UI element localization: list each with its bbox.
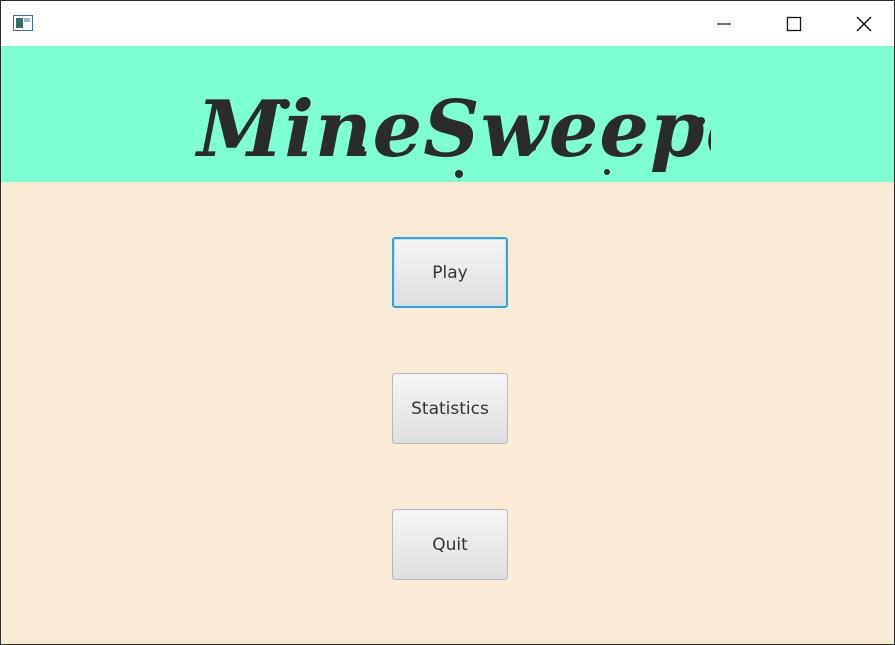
play-button[interactable]: Play <box>392 237 508 308</box>
close-icon <box>856 16 872 31</box>
title-bar[interactable] <box>1 1 894 46</box>
close-button[interactable] <box>841 1 887 46</box>
minimize-icon <box>717 22 731 25</box>
app-icon <box>13 15 33 31</box>
minesweeper-logo: MineSweeper <box>194 84 711 178</box>
minimize-button[interactable] <box>701 1 747 46</box>
app-window: MineSweeper Play Statistics Quit <box>0 0 895 645</box>
title-banner: MineSweeper <box>1 46 894 182</box>
quit-button[interactable]: Quit <box>392 509 508 580</box>
logo-text: MineSweeper <box>194 84 711 175</box>
main-menu: Play Statistics Quit <box>1 182 894 644</box>
statistics-button[interactable]: Statistics <box>392 373 508 444</box>
maximize-button[interactable] <box>771 1 817 46</box>
maximize-icon <box>786 16 802 31</box>
